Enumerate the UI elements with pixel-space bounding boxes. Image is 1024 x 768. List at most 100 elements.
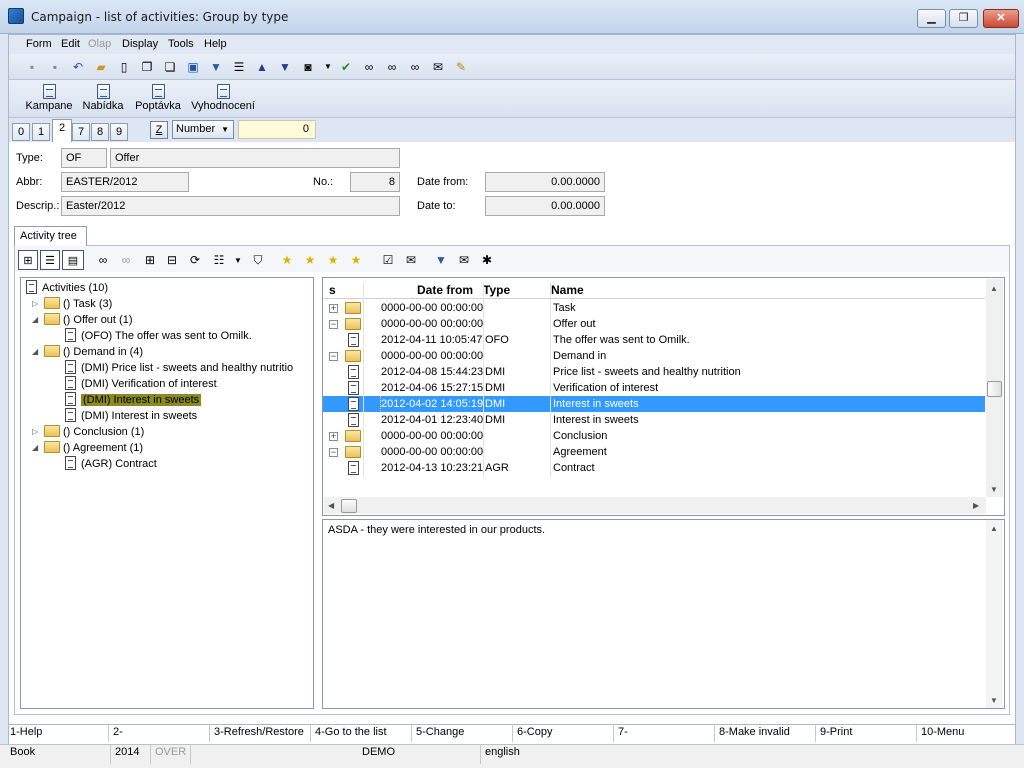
refresh-icon[interactable]: ⟳ xyxy=(187,252,203,268)
collapse-icon[interactable]: − xyxy=(329,320,338,329)
expand-icon[interactable]: ▷ xyxy=(32,428,40,436)
star-edit-icon[interactable]: ★ xyxy=(325,252,341,268)
collapse-icon[interactable]: ◢ xyxy=(32,316,40,324)
fkey-6[interactable]: 6-Copy xyxy=(517,726,552,738)
scroll-right-icon[interactable]: ▶ xyxy=(973,501,979,510)
tree-item[interactable]: ▷ () Conclusion (1) xyxy=(32,424,144,440)
date-from-field[interactable]: 0.00.0000 xyxy=(485,172,605,192)
tree-view-icon[interactable]: ⊞ xyxy=(18,250,38,270)
star-remove-icon[interactable]: ★ xyxy=(348,252,364,268)
collapse-icon[interactable]: − xyxy=(329,448,338,457)
collapse-all-icon[interactable]: ⊟ xyxy=(164,252,180,268)
fkey-2[interactable]: 2- xyxy=(113,726,123,738)
collapse-icon[interactable]: ◢ xyxy=(32,444,40,452)
grid-vertical-thumb[interactable] xyxy=(987,381,1002,397)
copy-icon[interactable]: ❐ xyxy=(139,59,155,75)
expand-icon[interactable]: ▷ xyxy=(32,300,40,308)
tree-root[interactable]: Activities (10) xyxy=(26,280,108,296)
fkey-8[interactable]: 8-Make invalid xyxy=(719,726,790,738)
table-row[interactable]: 2012-04-08 15:44:23 DMI Price list - sweet… xyxy=(323,364,985,380)
tree-item[interactable]: (DMI) Verification of interest xyxy=(65,376,217,392)
star-add-icon[interactable]: ★ xyxy=(302,252,318,268)
grid-horizontal-thumb[interactable] xyxy=(341,499,357,513)
sort-direction-button[interactable]: Z xyxy=(150,121,168,139)
note-scrollbar[interactable] xyxy=(986,520,1003,708)
fkey-9[interactable]: 9-Print xyxy=(820,726,852,738)
menu-display[interactable]: Display xyxy=(122,38,158,50)
grid-horizontal-scrollbar[interactable] xyxy=(324,497,986,514)
shield-icon[interactable]: ⛉ xyxy=(250,252,266,268)
table-row[interactable]: − 0000-00-00 00:00:00 Agreement xyxy=(323,444,985,460)
expand-icon[interactable]: + xyxy=(329,304,338,313)
date-to-field[interactable]: 0.00.0000 xyxy=(485,196,605,216)
column-header-s[interactable]: s xyxy=(329,283,336,297)
find-all-icon[interactable]: ∞ xyxy=(407,59,423,75)
filter-icon[interactable]: ▼ xyxy=(433,252,449,268)
binoculars-icon[interactable]: ∞ xyxy=(361,59,377,75)
scroll-up-icon[interactable]: ▲ xyxy=(990,524,998,533)
fkey-10[interactable]: 10-Menu xyxy=(921,726,964,738)
scroll-left-icon[interactable]: ◀ xyxy=(328,501,334,510)
type-name-field[interactable]: Offer xyxy=(110,148,400,168)
kampane-button[interactable]: Kampane xyxy=(25,84,73,112)
tree-item[interactable]: ◢ () Agreement (1) xyxy=(32,440,143,456)
new-document-icon[interactable]: ▯ xyxy=(116,59,132,75)
abbr-field[interactable]: EASTER/2012 xyxy=(61,172,189,192)
column-header-type[interactable]: Type xyxy=(483,283,510,297)
mail-icon[interactable]: ✉ xyxy=(403,252,419,268)
notes-icon[interactable]: ✎ xyxy=(453,59,469,75)
tab-9[interactable]: 9 xyxy=(110,123,128,141)
arrow-up-icon[interactable]: ▲ xyxy=(254,59,270,75)
table-row[interactable]: − 0000-00-00 00:00:00 Offer out xyxy=(323,316,985,332)
tab-activity-tree[interactable]: Activity tree xyxy=(14,226,87,246)
fkey-7[interactable]: 7- xyxy=(618,726,628,738)
tree-item[interactable]: (DMI) Interest in sweets xyxy=(65,392,202,408)
table-row[interactable]: 2012-04-06 15:27:15 DMI Verification of in… xyxy=(323,380,985,396)
tab-7[interactable]: 7 xyxy=(72,123,90,141)
open-folder-icon[interactable]: ▰ xyxy=(93,59,109,75)
table-row[interactable]: 2012-04-01 12:23:40 DMI Interest in sweets xyxy=(323,412,985,428)
camera-icon[interactable]: ◙ xyxy=(300,59,316,75)
column-header-name[interactable]: Name xyxy=(551,283,584,297)
options-icon[interactable]: ☷ xyxy=(211,252,227,268)
paste-icon[interactable]: ❏ xyxy=(162,59,178,75)
book-icon[interactable]: ▣ xyxy=(185,59,201,75)
tab-2[interactable]: 2 xyxy=(52,119,72,142)
scroll-down-icon[interactable]: ▼ xyxy=(990,485,998,494)
tab-8[interactable]: 8 xyxy=(91,123,109,141)
sort-value-input[interactable]: 0 xyxy=(238,120,316,139)
nabidka-button[interactable]: Nabídka xyxy=(81,84,125,112)
vyhodnoceni-button[interactable]: Vyhodnocení xyxy=(190,84,256,112)
filter-list-icon[interactable]: ☰ xyxy=(231,59,247,75)
collapse-icon[interactable]: − xyxy=(329,352,338,361)
tree-item[interactable]: ◢ () Offer out (1) xyxy=(32,312,132,328)
activity-tree[interactable]: Activities (10) ▷ () Task (3) ◢ () Offer ou… xyxy=(20,277,314,709)
scroll-up-icon[interactable]: ▲ xyxy=(990,284,998,293)
star-icon[interactable]: ★ xyxy=(279,252,295,268)
menu-tools[interactable]: Tools xyxy=(168,38,194,50)
chevron-down-icon[interactable]: ▼ xyxy=(230,252,246,268)
tree-item[interactable]: (DMI) Interest in sweets xyxy=(65,408,197,424)
activity-note[interactable]: ASDA - they were interested in our produ… xyxy=(322,519,1005,709)
no-field[interactable]: 8 xyxy=(350,172,400,192)
tree-item[interactable]: (OFO) The offer was sent to Omilk. xyxy=(65,328,252,344)
mail-icon[interactable]: ✉ xyxy=(430,59,446,75)
minimize-button[interactable]: ▁ xyxy=(917,9,946,28)
sort-field-select[interactable]: Number ▼ xyxy=(172,120,234,139)
tree-item[interactable]: (DMI) Price list - sweets and healthy nu… xyxy=(65,360,293,376)
list-view-icon[interactable]: ☰ xyxy=(40,250,60,270)
filter-star-icon[interactable]: ✱ xyxy=(479,252,495,268)
fkey-4[interactable]: 4-Go to the list xyxy=(315,726,387,738)
table-row[interactable]: +0000-00-00 00:00:00 Task xyxy=(323,300,985,316)
filter-icon[interactable]: ▼ xyxy=(208,59,224,75)
tree-item[interactable]: ▷ () Task (3) xyxy=(32,296,112,312)
tree-item[interactable]: ◢ () Demand in (4) xyxy=(32,344,143,360)
filter-mail-icon[interactable]: ✉ xyxy=(456,252,472,268)
column-header-date-from[interactable]: Date from xyxy=(417,283,473,297)
fkey-5[interactable]: 5-Change xyxy=(416,726,464,738)
menu-edit[interactable]: Edit xyxy=(61,38,80,50)
table-row[interactable]: +0000-00-00 00:00:00 Conclusion xyxy=(323,428,985,444)
fkey-1[interactable]: 1-Help xyxy=(10,726,42,738)
descr-field[interactable]: Easter/2012 xyxy=(61,196,400,216)
table-row[interactable]: 2012-04-13 10:23:21 AGR Contract xyxy=(323,460,985,476)
